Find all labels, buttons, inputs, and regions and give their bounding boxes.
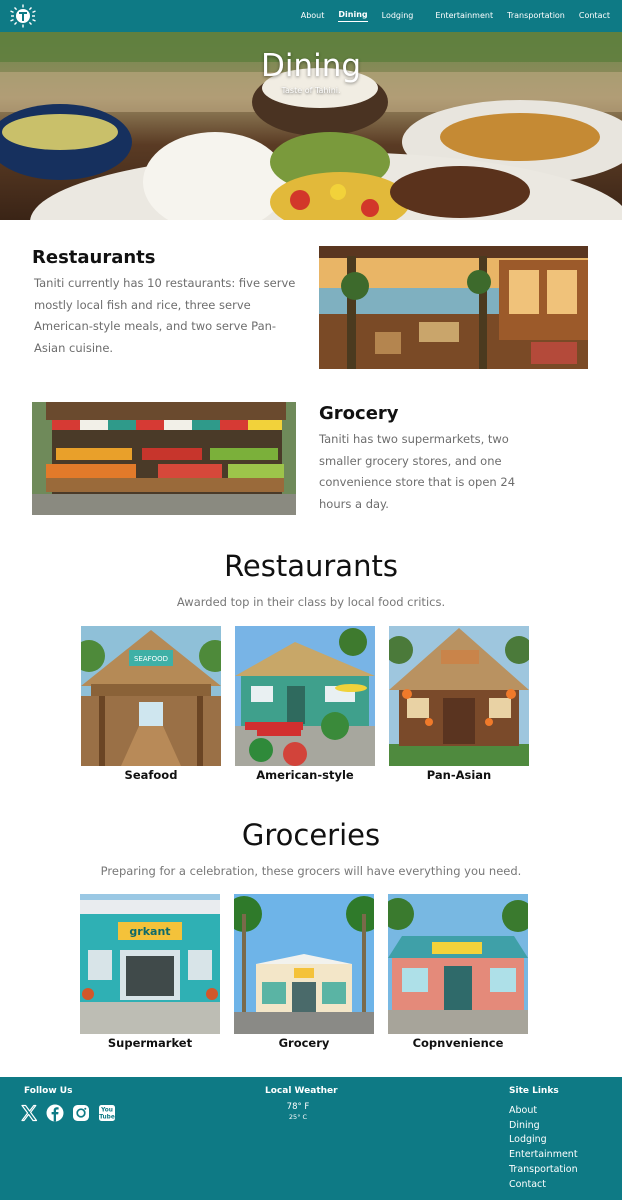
card-label: Copnvenience <box>412 1036 504 1050</box>
hero-subtitle: Taste of Tahini. <box>281 86 341 95</box>
restaurants-description: Taniti currently has 10 restaurants: fiv… <box>34 276 296 355</box>
card-label: American-style <box>256 768 354 782</box>
seafood-restaurant-image: SEAFOOD <box>81 626 221 766</box>
pan-asian-restaurant-image <box>389 626 529 766</box>
grocery-card-supermarket[interactable]: grkant Supermarket <box>80 894 220 1050</box>
footer-link-about[interactable]: About <box>509 1104 578 1119</box>
footer: Follow Us You Tube Local Weather 78° F 2… <box>0 1077 622 1200</box>
svg-text:SEAFOOD: SEAFOOD <box>134 655 168 663</box>
local-weather-heading: Local Weather <box>265 1086 338 1096</box>
grocery-heading: Grocery <box>319 403 399 424</box>
hero-banner: Dining Taste of Tahini. <box>0 32 622 220</box>
hero-title: Dining <box>260 48 362 84</box>
grocery-store-image <box>234 894 374 1034</box>
x-icon[interactable] <box>20 1104 38 1122</box>
site-links-list: About Dining Lodging Entertainment Trans… <box>509 1104 578 1192</box>
temperature-fahrenheit: 78° F <box>286 1102 310 1112</box>
nav-link-transportation[interactable]: Transportation <box>507 11 565 22</box>
svg-text:Tube: Tube <box>99 1114 115 1120</box>
follow-us-heading: Follow Us <box>24 1086 73 1096</box>
top-navbar: About Dining Lodging Entertainment Trans… <box>0 0 622 32</box>
restaurant-card-pan-asian[interactable]: Pan-Asian <box>389 626 529 782</box>
card-label: Seafood <box>124 768 178 782</box>
temperature-celsius: 25° C <box>288 1113 308 1121</box>
grocery-card-convenience[interactable]: Copnvenience <box>388 894 528 1050</box>
footer-link-contact[interactable]: Contact <box>509 1178 578 1193</box>
grocery-card-grocery[interactable]: Grocery <box>234 894 374 1050</box>
nav-link-entertainment[interactable]: Entertainment <box>435 11 493 22</box>
groceries-section-title: Groceries <box>241 818 381 852</box>
svg-text:grkant: grkant <box>129 925 170 938</box>
supermarket-image: grkant <box>80 894 220 1034</box>
card-label: Supermarket <box>107 1036 193 1050</box>
restaurant-card-seafood[interactable]: SEAFOOD Seafood <box>81 626 221 782</box>
convenience-store-image <box>388 894 528 1034</box>
groceries-section-subtitle: Preparing for a celebration, these groce… <box>100 864 522 878</box>
restaurants-section-subtitle: Awarded top in their class by local food… <box>176 595 446 609</box>
nav-link-about[interactable]: About <box>301 11 325 22</box>
restaurant-card-american-style[interactable]: American-style <box>235 626 375 782</box>
grocery-stand-photo <box>32 402 296 515</box>
nav-link-lodging[interactable]: Lodging <box>382 11 414 22</box>
restaurants-section-title: Restaurants <box>224 549 398 583</box>
american-style-restaurant-image <box>235 626 375 766</box>
instagram-icon[interactable] <box>72 1104 90 1122</box>
footer-link-entertainment[interactable]: Entertainment <box>509 1148 578 1163</box>
restaurants-heading: Restaurants <box>32 247 156 268</box>
sun-logo-icon[interactable] <box>9 4 37 28</box>
youtube-icon[interactable]: You Tube <box>98 1104 116 1122</box>
footer-link-dining[interactable]: Dining <box>509 1119 578 1134</box>
nav-link-dining[interactable]: Dining <box>338 10 368 22</box>
weather-readout: 78° F 25° C <box>265 1102 331 1121</box>
svg-text:You: You <box>100 1108 113 1114</box>
social-links: You Tube <box>20 1104 116 1122</box>
nav-link-contact[interactable]: Contact <box>579 11 610 22</box>
grocery-description: Taniti has two supermarkets, two smaller… <box>319 432 516 511</box>
footer-link-transportation[interactable]: Transportation <box>509 1163 578 1178</box>
card-label: Pan-Asian <box>426 768 492 782</box>
footer-link-lodging[interactable]: Lodging <box>509 1133 578 1148</box>
site-links-heading: Site Links <box>509 1086 559 1096</box>
card-label: Grocery <box>278 1036 330 1050</box>
nav-links: About Dining Lodging Entertainment Trans… <box>287 0 610 32</box>
restaurant-terrace-photo <box>319 246 588 369</box>
facebook-icon[interactable] <box>46 1104 64 1122</box>
